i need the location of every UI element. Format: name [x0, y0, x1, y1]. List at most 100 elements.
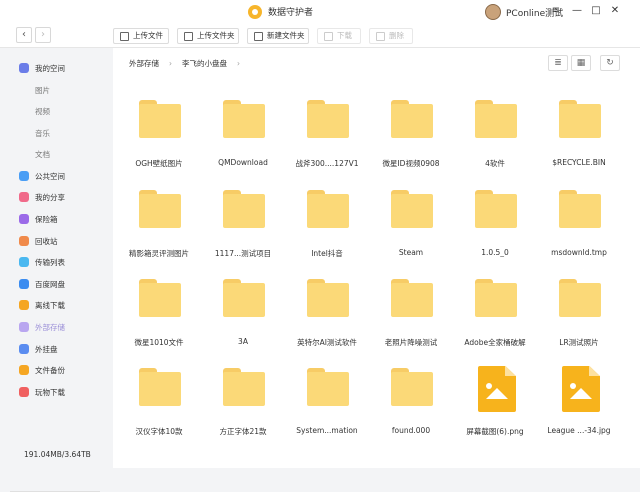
folder-icon	[391, 190, 433, 228]
list-view-icon[interactable]: ≣	[548, 55, 568, 71]
delete-label: 删除	[389, 31, 404, 40]
folder-icon	[307, 279, 349, 317]
file-name: QMDownload	[218, 158, 268, 167]
folder-item[interactable]: 精影箱灵评测图片	[119, 190, 199, 274]
sidebar-item[interactable]: 外挂盘	[0, 338, 107, 360]
file-name: 3A	[238, 337, 248, 346]
sidebar-item-label: 图片	[35, 85, 50, 95]
sidebar: 191.04MB/3.64TB 我的空间图片视频 音乐 文档 公共空间我的分享保险箱回…	[0, 48, 107, 492]
app-logo-icon	[248, 5, 262, 19]
sidebar-item[interactable]: 我的分享	[0, 186, 107, 208]
folder-icon	[559, 279, 601, 317]
folder-item[interactable]: 3A	[203, 279, 283, 363]
delete-icon	[376, 31, 385, 41]
sidebar-item[interactable]: 公共空间	[0, 165, 107, 187]
download-button[interactable]: 下载	[317, 28, 361, 44]
sidebar-item[interactable]: 视频	[0, 100, 107, 122]
breadcrumb-root[interactable]: 外部存储	[129, 58, 159, 69]
folder-item[interactable]: found.000	[371, 368, 451, 452]
file-name: 微星1010文件	[134, 338, 184, 347]
folder-item[interactable]: Steam	[371, 190, 451, 274]
sidebar-item[interactable]: 回收站	[0, 230, 107, 252]
sidebar-item[interactable]: 文件备份	[0, 359, 107, 381]
folder-item[interactable]: 微星ID视频0908	[371, 100, 451, 184]
folder-item[interactable]: 老照片降噪测试	[371, 279, 451, 363]
sidebar-item[interactable]: 离线下载	[0, 294, 107, 316]
upload-folder-button[interactable]: 上传文件夹	[177, 28, 239, 44]
folder-icon	[559, 100, 601, 138]
sidebar-item[interactable]: 文档	[0, 143, 107, 165]
sidebar-item-label: 回收站	[35, 236, 58, 246]
sidebar-item-label: 传输列表	[35, 257, 65, 267]
folder-item[interactable]: msdownld.tmp	[539, 190, 619, 274]
folder-item[interactable]: LR测试照片	[539, 279, 619, 363]
back-button[interactable]: ‹	[16, 27, 32, 43]
folder-item[interactable]: 战斧300....127V1	[287, 100, 367, 184]
folder-icon	[475, 100, 517, 138]
folder-item[interactable]: 方正字体21款	[203, 368, 283, 452]
file-name: $RECYCLE.BIN	[552, 158, 606, 167]
share-icon	[19, 192, 29, 202]
sidebar-item[interactable]: 图片	[0, 79, 107, 101]
image-file-icon	[478, 366, 516, 412]
folder-item[interactable]: Intel抖音	[287, 190, 367, 274]
toolbar: ‹ › 上传文件 上传文件夹 新建文件夹 下载 删除	[0, 24, 640, 48]
external-disk-icon	[19, 344, 29, 354]
folder-icon	[475, 279, 517, 317]
file-name: Intel抖音	[311, 249, 343, 258]
new-folder-label: 新建文件夹	[267, 31, 305, 40]
folder-icon	[307, 190, 349, 228]
grid-view-icon[interactable]: ▦	[571, 55, 591, 71]
folder-icon	[139, 279, 181, 317]
file-name: Adobe全家桶破解	[464, 338, 526, 347]
breadcrumb: 外部存储 › 李飞的小盘盘 ›	[129, 58, 250, 69]
file-name: found.000	[391, 426, 431, 435]
sidebar-item[interactable]: 玩物下载	[0, 381, 107, 403]
sidebar-item[interactable]: 我的空间	[0, 57, 107, 79]
external-storage-icon	[19, 322, 29, 332]
folder-item[interactable]: 4软件	[455, 100, 535, 184]
folder-item[interactable]: 微星1010文件	[119, 279, 199, 363]
folder-icon	[139, 100, 181, 138]
breadcrumb-current[interactable]: 李飞的小盘盘	[182, 58, 227, 69]
avatar[interactable]	[485, 4, 501, 20]
folder-item[interactable]: Adobe全家桶破解	[455, 279, 535, 363]
file-name: 屏幕截图(6).png	[466, 427, 524, 436]
wanwu-download-icon	[19, 387, 29, 397]
forward-button[interactable]: ›	[35, 27, 51, 43]
refresh-icon[interactable]: ↻	[600, 55, 620, 71]
sidebar-item[interactable]: 传输列表	[0, 251, 107, 273]
folder-icon	[223, 368, 265, 406]
sidebar-item-label: 我的分享	[35, 192, 65, 202]
minimize-button[interactable]: —	[569, 3, 585, 19]
folder-item[interactable]: System...mation	[287, 368, 367, 452]
new-folder-icon	[254, 31, 263, 41]
folder-item[interactable]: 1.0.5_0	[455, 190, 535, 274]
sidebar-item-label: 离线下载	[35, 300, 65, 310]
folder-item[interactable]: 英特尔AI测试软件	[287, 279, 367, 363]
close-button[interactable]: ✕	[607, 3, 623, 19]
file-name: 1117...测试项目	[214, 249, 272, 258]
file-item[interactable]: League ...-34.jpg	[539, 366, 619, 452]
folder-item[interactable]: OGH壁纸图片	[119, 100, 199, 184]
folder-item[interactable]: QMDownload	[203, 100, 283, 184]
folder-item[interactable]: 1117...测试项目	[203, 190, 283, 274]
sidebar-item[interactable]: 保险箱	[0, 208, 107, 230]
storage-usage: 191.04MB/3.64TB	[24, 450, 91, 459]
sidebar-item[interactable]: 外部存储	[0, 316, 107, 338]
file-browser: 外部存储 › 李飞的小盘盘 › ≣ ▦ ↻ OGH壁纸图片 QMDownload 战…	[113, 48, 640, 468]
folder-item[interactable]: $RECYCLE.BIN	[539, 100, 619, 184]
menu-icon[interactable]: ≡	[548, 3, 564, 19]
delete-button[interactable]: 删除	[369, 28, 413, 44]
sidebar-item[interactable]: 百度网盘	[0, 273, 107, 295]
sidebar-item-label: 我的空间	[35, 63, 65, 73]
folder-icon	[391, 368, 433, 406]
maximize-button[interactable]: □	[588, 3, 604, 19]
file-item[interactable]: 屏幕截图(6).png	[455, 366, 535, 452]
upload-folder-icon	[184, 31, 193, 41]
new-folder-button[interactable]: 新建文件夹	[247, 28, 309, 44]
folder-item[interactable]: 汉仪字体10款	[119, 368, 199, 452]
chevron-right-icon: ›	[237, 59, 240, 68]
sidebar-item[interactable]: 音乐	[0, 122, 107, 144]
upload-file-button[interactable]: 上传文件	[113, 28, 169, 44]
